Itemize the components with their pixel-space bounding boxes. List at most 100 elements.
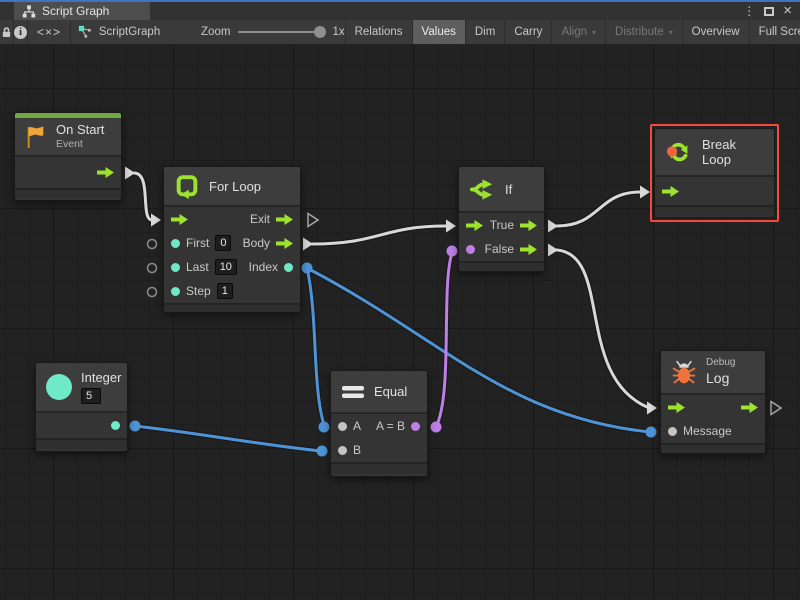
lock-button[interactable] <box>0 20 14 44</box>
port-step-in[interactable] <box>171 287 180 296</box>
scriptgraph-node-icon <box>78 25 92 39</box>
port-label-step: Step <box>186 284 211 298</box>
titlebar: Script Graph ⋮ × <box>0 2 800 20</box>
port-flow-in[interactable] <box>662 186 679 197</box>
port-label-b: B <box>353 443 361 457</box>
wire-integer-to-equal-b <box>135 426 321 451</box>
port-label-index: Index <box>249 260 278 274</box>
node-on-start[interactable]: On Start Event <box>14 112 122 201</box>
port-label-exit: Exit <box>250 212 270 226</box>
port-b-in[interactable] <box>338 446 347 455</box>
integer-value-field[interactable]: 5 <box>81 388 101 404</box>
chevron-down-icon: ▾ <box>669 28 673 37</box>
port-message-in[interactable] <box>668 427 677 436</box>
node-title: Break Loop <box>702 137 764 167</box>
port-exit-out[interactable] <box>276 214 293 225</box>
graph-toolbar: i <×> ScriptGraph Zoom 1x Relations Valu… <box>0 20 800 45</box>
port-false-out[interactable] <box>520 244 537 255</box>
first-value-field[interactable]: 0 <box>215 235 231 251</box>
port-flow-in[interactable] <box>171 214 188 225</box>
lock-icon <box>0 26 13 39</box>
node-footer <box>331 462 427 474</box>
wire-true-to-breakloop <box>557 192 640 226</box>
zoom-label: Zoom <box>201 26 230 38</box>
port-label-result: A = B <box>376 419 405 433</box>
bug-icon <box>671 359 697 386</box>
graph-canvas[interactable]: On Start Event For Loop <box>0 45 800 600</box>
step-value-field[interactable]: 1 <box>217 283 233 299</box>
window-focus-highlight <box>0 0 800 2</box>
port-label-false: False <box>485 242 514 256</box>
integer-type-icon <box>46 374 72 400</box>
window-menu-icon[interactable]: ⋮ <box>743 6 755 16</box>
port-value-out[interactable] <box>111 421 120 430</box>
chevron-down-icon: ▾ <box>592 28 596 37</box>
zoom-value: 1x <box>332 26 344 38</box>
port-body-out[interactable] <box>276 238 293 249</box>
node-integer[interactable]: Integer 5 <box>35 362 128 452</box>
node-footer <box>164 303 300 312</box>
scriptgraph-label: ScriptGraph <box>99 26 160 38</box>
port-index-out[interactable] <box>284 263 293 272</box>
node-title: Equal <box>374 384 407 399</box>
node-footer <box>15 188 121 198</box>
node-title: Integer <box>81 370 121 386</box>
dim-button[interactable]: Dim <box>466 20 505 44</box>
flag-icon <box>25 125 47 149</box>
port-true-out[interactable] <box>520 220 537 231</box>
graph-breadcrumb[interactable]: ScriptGraph <box>71 20 167 44</box>
port-label-true: True <box>490 218 514 232</box>
port-last-in[interactable] <box>171 263 180 272</box>
node-if[interactable]: If True False <box>458 166 545 272</box>
port-flow-in[interactable] <box>668 402 685 413</box>
port-label-message: Message <box>683 424 732 438</box>
graph-hierarchy-icon <box>22 5 36 18</box>
port-label-first: First <box>186 236 209 250</box>
maximize-icon[interactable] <box>764 7 774 16</box>
port-result-out[interactable] <box>411 422 420 431</box>
info-button[interactable]: i <box>14 20 28 44</box>
tab-title: Script Graph <box>42 4 109 18</box>
code-preview-button[interactable]: <×> <box>28 20 71 44</box>
node-subtitle: Event <box>56 138 104 151</box>
carry-button[interactable]: Carry <box>505 20 552 44</box>
tab-script-graph[interactable]: Script Graph <box>14 2 150 20</box>
node-for-loop[interactable]: For Loop Exit First 0 Body <box>163 166 301 313</box>
node-title: On Start <box>56 122 104 138</box>
close-icon[interactable]: × <box>783 6 792 16</box>
window-controls: ⋮ × <box>743 2 800 20</box>
node-title: If <box>505 182 512 197</box>
node-footer <box>661 443 765 453</box>
break-loop-icon <box>665 138 693 166</box>
port-first-in[interactable] <box>171 239 180 248</box>
fullscreen-button[interactable]: Full Screen <box>750 20 800 44</box>
node-debug-log[interactable]: Debug Log Message <box>660 350 766 454</box>
selection-outline: Break Loop <box>650 124 779 222</box>
info-icon: i <box>14 26 27 39</box>
port-label-a: A <box>353 419 361 433</box>
unity-visual-scripting-window: Script Graph ⋮ × i <×> ScriptGraph Zoom <box>0 0 800 600</box>
node-break-loop[interactable]: Break Loop <box>654 128 775 218</box>
node-footer <box>36 438 127 449</box>
port-condition-in[interactable] <box>466 245 475 254</box>
port-a-in[interactable] <box>338 422 347 431</box>
node-equal[interactable]: Equal A A = B B <box>330 370 428 477</box>
unconnected-value-markers[interactable] <box>148 240 157 297</box>
zoom-slider[interactable] <box>238 31 324 33</box>
values-button[interactable]: Values <box>413 20 466 44</box>
node-footer <box>655 205 774 215</box>
zoom-slider-handle[interactable] <box>314 26 326 38</box>
port-flow-in[interactable] <box>466 220 483 231</box>
node-footer <box>459 261 544 271</box>
overview-button[interactable]: Overview <box>683 20 750 44</box>
distribute-dropdown[interactable]: Distribute▾ <box>606 20 683 44</box>
port-flow-out[interactable] <box>97 167 114 178</box>
port-flow-out[interactable] <box>741 402 758 413</box>
node-title: Log <box>706 370 735 388</box>
align-dropdown[interactable]: Align▾ <box>552 20 606 44</box>
relations-button[interactable]: Relations <box>346 20 413 44</box>
port-label-body: Body <box>243 236 270 250</box>
branch-icon <box>469 176 496 203</box>
wire-false-to-debuglog <box>557 250 647 407</box>
last-value-field[interactable]: 10 <box>215 259 237 275</box>
